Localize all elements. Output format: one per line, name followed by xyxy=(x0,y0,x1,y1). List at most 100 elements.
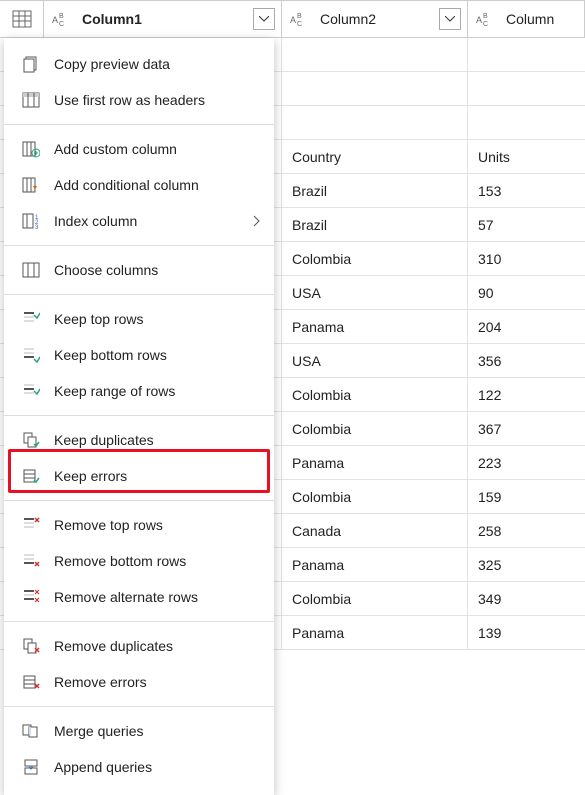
menu-separator xyxy=(4,706,274,707)
menu-remove-bottom-rows[interactable]: Remove bottom rows xyxy=(4,543,274,579)
cell-col2[interactable]: Panama xyxy=(282,446,468,479)
cell-col3[interactable]: 325 xyxy=(468,548,585,581)
cell-col3[interactable]: 223 xyxy=(468,446,585,479)
chevron-right-icon xyxy=(252,215,260,227)
cell-col2[interactable]: Canada xyxy=(282,514,468,547)
menu-label: Keep duplicates xyxy=(54,432,154,448)
keep-duplicates-icon xyxy=(18,431,44,449)
cell-col3[interactable]: 349 xyxy=(468,582,585,615)
filter-dropdown[interactable] xyxy=(439,8,461,30)
column-header-1[interactable]: ABC Column1 xyxy=(44,1,282,37)
remove-duplicates-icon xyxy=(18,637,44,655)
cell-col2[interactable]: Country xyxy=(282,140,468,173)
svg-text:B: B xyxy=(483,13,488,20)
menu-add-conditional-column[interactable]: Add conditional column xyxy=(4,167,274,203)
menu-copy-preview-data[interactable]: Copy preview data xyxy=(4,46,274,82)
menu-remove-alternate-rows[interactable]: Remove alternate rows xyxy=(4,579,274,615)
keep-range-icon xyxy=(18,382,44,400)
menu-separator xyxy=(4,500,274,501)
chevron-down-icon xyxy=(259,16,269,22)
menu-label: Remove top rows xyxy=(54,517,163,533)
highlight-remove-top-rows xyxy=(8,449,270,493)
cell-col3[interactable]: 57 xyxy=(468,208,585,241)
menu-use-first-row-headers[interactable]: Use first row as headers xyxy=(4,82,274,118)
table-icon xyxy=(12,10,32,28)
svg-text:3: 3 xyxy=(35,225,39,230)
cell-col2[interactable]: USA xyxy=(282,344,468,377)
cell-col3[interactable]: 153 xyxy=(468,174,585,207)
cell-col2[interactable]: Panama xyxy=(282,310,468,343)
column-header-label: Column2 xyxy=(320,11,376,27)
remove-bottom-icon xyxy=(18,552,44,570)
menu-separator xyxy=(4,415,274,416)
menu-separator xyxy=(4,245,274,246)
filter-dropdown[interactable] xyxy=(253,8,275,30)
cell-col3[interactable]: 356 xyxy=(468,344,585,377)
cell-col2[interactable]: Brazil xyxy=(282,208,468,241)
copy-icon xyxy=(18,55,44,73)
column-header-label: Column1 xyxy=(82,11,142,27)
cell-col2[interactable]: Colombia xyxy=(282,480,468,513)
menu-index-column[interactable]: 123 Index column xyxy=(4,203,274,239)
svg-text:C: C xyxy=(297,21,302,27)
keep-top-icon xyxy=(18,310,44,328)
custom-column-icon xyxy=(18,140,44,158)
menu-remove-duplicates[interactable]: Remove duplicates xyxy=(4,628,274,664)
merge-icon xyxy=(18,722,44,740)
menu-keep-bottom-rows[interactable]: Keep bottom rows xyxy=(4,337,274,373)
menu-label: Add conditional column xyxy=(54,177,199,193)
column-header-3[interactable]: ABC Column xyxy=(468,1,585,37)
cell-col2[interactable] xyxy=(282,38,468,71)
column-header-label: Column xyxy=(506,11,554,27)
keep-bottom-icon xyxy=(18,346,44,364)
menu-merge-queries[interactable]: Merge queries xyxy=(4,713,274,749)
cell-col3[interactable] xyxy=(468,72,585,105)
menu-label: Remove bottom rows xyxy=(54,553,186,569)
cell-col3[interactable]: 310 xyxy=(468,242,585,275)
type-text-icon: ABC xyxy=(290,11,312,27)
table-menu-button[interactable] xyxy=(0,1,44,37)
column-header-2[interactable]: ABC Column2 xyxy=(282,1,468,37)
svg-text:C: C xyxy=(59,21,64,27)
cell-col2[interactable] xyxy=(282,72,468,105)
cell-col3[interactable] xyxy=(468,38,585,71)
menu-label: Append queries xyxy=(54,759,152,775)
cell-col2[interactable]: Panama xyxy=(282,548,468,581)
cell-col3[interactable]: 258 xyxy=(468,514,585,547)
cell-col3[interactable]: 367 xyxy=(468,412,585,445)
cell-col2[interactable]: USA xyxy=(282,276,468,309)
cell-col3[interactable]: 122 xyxy=(468,378,585,411)
menu-separator xyxy=(4,124,274,125)
menu-label: Add custom column xyxy=(54,141,177,157)
cell-col2[interactable] xyxy=(282,106,468,139)
cell-col3[interactable]: 139 xyxy=(468,616,585,649)
menu-separator xyxy=(4,621,274,622)
chevron-down-icon xyxy=(445,16,455,22)
menu-label: Remove errors xyxy=(54,674,147,690)
cell-col3[interactable]: 204 xyxy=(468,310,585,343)
cell-col3[interactable]: Units xyxy=(468,140,585,173)
menu-label: Copy preview data xyxy=(54,56,170,72)
menu-remove-top-rows[interactable]: Remove top rows xyxy=(4,507,274,543)
cell-col2[interactable]: Colombia xyxy=(282,412,468,445)
menu-separator xyxy=(4,294,274,295)
cell-col2[interactable]: Colombia xyxy=(282,242,468,275)
menu-keep-range-rows[interactable]: Keep range of rows xyxy=(4,373,274,409)
menu-remove-errors[interactable]: Remove errors xyxy=(4,664,274,700)
cell-col2[interactable]: Brazil xyxy=(282,174,468,207)
menu-append-queries[interactable]: Append queries xyxy=(4,749,274,785)
menu-choose-columns[interactable]: Choose columns xyxy=(4,252,274,288)
menu-label: Remove duplicates xyxy=(54,638,173,654)
menu-add-custom-column[interactable]: Add custom column xyxy=(4,131,274,167)
menu-keep-top-rows[interactable]: Keep top rows xyxy=(4,301,274,337)
cell-col3[interactable]: 159 xyxy=(468,480,585,513)
svg-text:B: B xyxy=(297,13,302,20)
menu-label: Index column xyxy=(54,213,137,229)
cell-col2[interactable]: Colombia xyxy=(282,378,468,411)
cell-col2[interactable]: Colombia xyxy=(282,582,468,615)
cell-col3[interactable] xyxy=(468,106,585,139)
cell-col3[interactable]: 90 xyxy=(468,276,585,309)
choose-columns-icon xyxy=(18,261,44,279)
svg-text:B: B xyxy=(59,13,64,20)
cell-col2[interactable]: Panama xyxy=(282,616,468,649)
